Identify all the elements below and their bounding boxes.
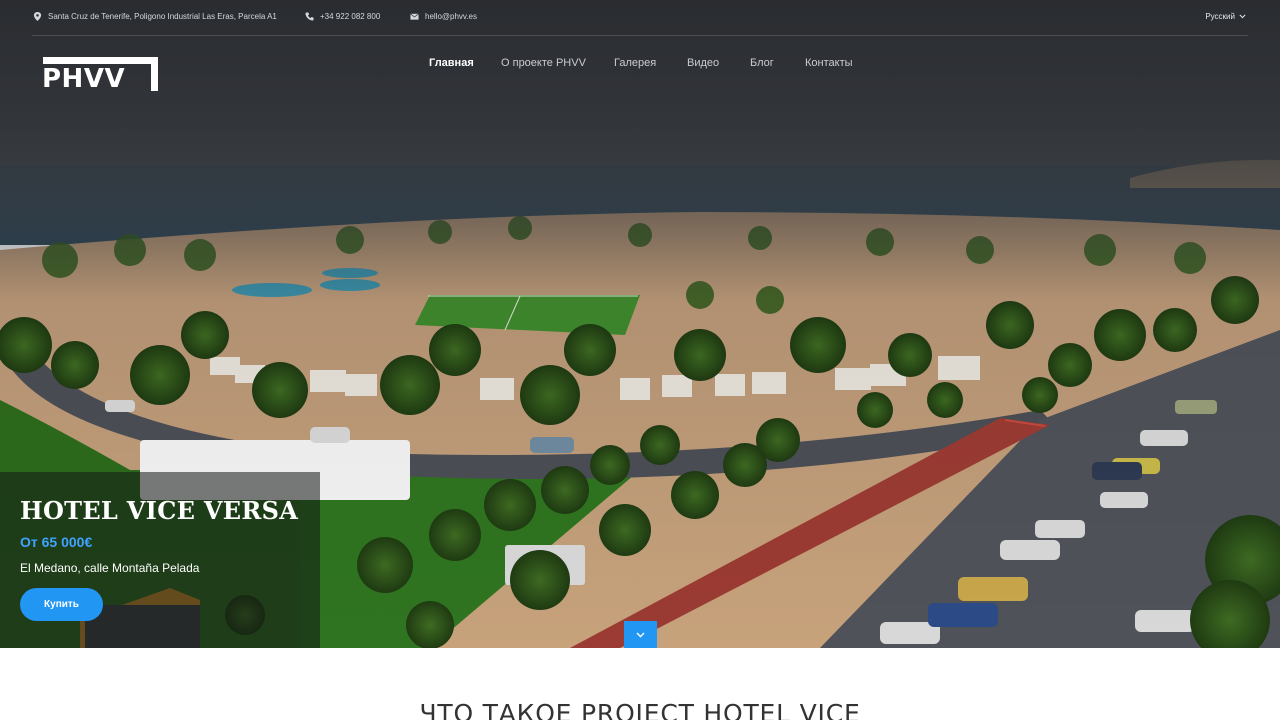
hero-info-panel: HOTEL VICE VERSA От 65 000€ El Medano, c… — [0, 472, 320, 648]
nav-item-home[interactable]: Главная — [429, 57, 474, 69]
chevron-down-icon — [1239, 14, 1246, 19]
language-selector[interactable]: Русский — [1205, 12, 1246, 21]
topbar-address: Santa Cruz de Tenerife, Poligono Industr… — [33, 12, 277, 21]
hero-title: HOTEL VICE VERSA — [20, 496, 299, 525]
topbar-address-text: Santa Cruz de Tenerife, Poligono Industr… — [48, 12, 277, 21]
buy-button[interactable]: Купить — [20, 588, 103, 621]
topbar-phone[interactable]: +34 922 082 800 — [305, 12, 380, 21]
topbar-phone-text: +34 922 082 800 — [320, 12, 381, 21]
nav-item-gallery[interactable]: Галерея — [614, 57, 656, 69]
hero-address: El Medano, calle Montaña Pelada — [20, 561, 200, 575]
envelope-icon — [410, 13, 419, 20]
nav-item-contacts[interactable]: Контакты — [805, 57, 853, 69]
language-label: Русский — [1205, 12, 1235, 21]
topbar-email-text: hello@phvv.es — [425, 12, 477, 21]
topbar-divider — [32, 35, 1248, 36]
nav-item-about[interactable]: О проекте PHVV — [501, 57, 586, 69]
map-marker-icon — [33, 12, 42, 21]
topbar: Santa Cruz de Tenerife, Poligono Industr… — [0, 0, 1280, 36]
nav-item-video[interactable]: Видео — [687, 57, 719, 69]
nav-item-blog[interactable]: Блог — [750, 57, 774, 69]
chevron-down-icon — [636, 632, 645, 638]
scroll-down-button[interactable] — [624, 621, 657, 648]
phone-icon — [305, 12, 314, 21]
main-nav: Главная О проекте PHVV Галерея Видео Бло… — [0, 57, 1280, 71]
topbar-email[interactable]: hello@phvv.es — [410, 12, 477, 21]
hero-price: От 65 000€ — [20, 534, 93, 550]
section-title: ЧТО ТАКОЕ PROJECT HOTEL VICE — [419, 699, 861, 720]
